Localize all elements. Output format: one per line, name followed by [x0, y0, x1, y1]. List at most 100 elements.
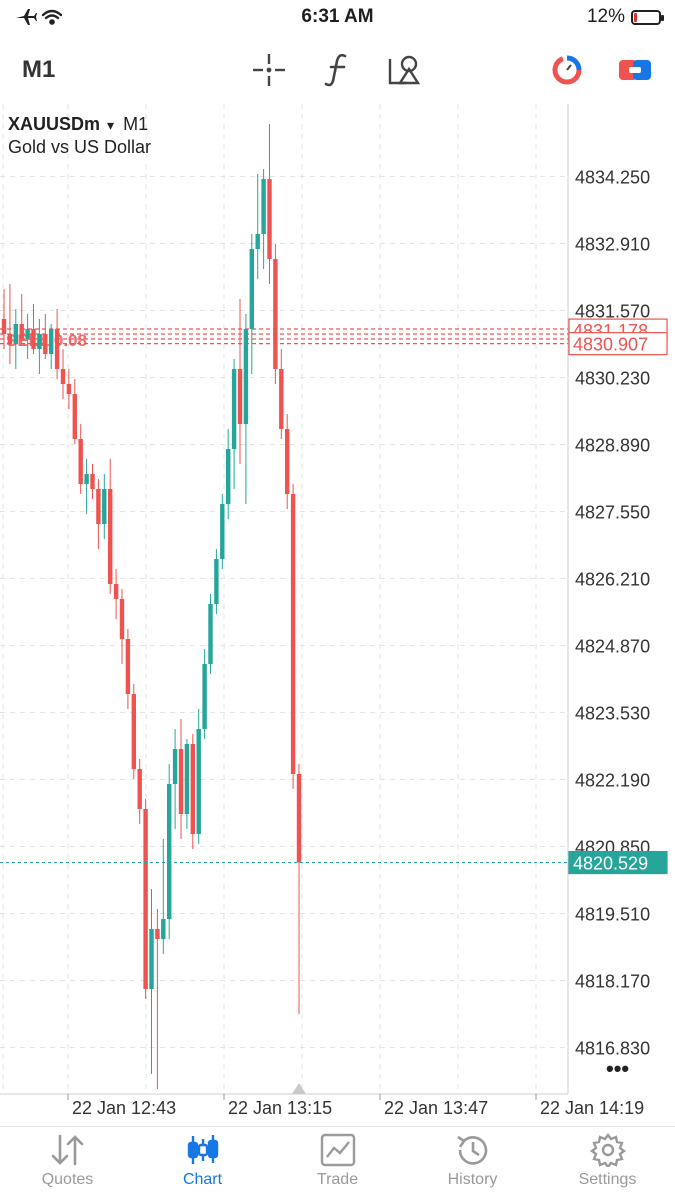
- tab-quotes[interactable]: Quotes: [0, 1127, 135, 1200]
- y-tick-label: 4824.870: [575, 637, 650, 657]
- y-tick-label: 4818.170: [575, 972, 650, 992]
- y-tick-label: 4830.230: [575, 369, 650, 389]
- y-tick-label: 4822.190: [575, 771, 650, 791]
- chart-symbol[interactable]: XAUUSDm ▾ M1: [8, 114, 148, 135]
- candle[interactable]: [72, 394, 77, 439]
- y-tick-label: 4823.530: [575, 704, 650, 724]
- candle[interactable]: [220, 504, 225, 559]
- x-tick-label: 22 Jan 13:47: [384, 1098, 488, 1118]
- candle[interactable]: [290, 494, 296, 774]
- trade-icon[interactable]: [617, 52, 653, 88]
- candle[interactable]: [43, 334, 48, 354]
- candle[interactable]: [66, 384, 72, 394]
- y-tick-label: 4827.550: [575, 503, 650, 523]
- candle[interactable]: [113, 584, 119, 599]
- y-tick-label: 4828.890: [575, 436, 650, 456]
- tab-trade[interactable]: Trade: [270, 1127, 405, 1200]
- candle[interactable]: [231, 369, 237, 449]
- y-tick-label: 4832.910: [575, 235, 650, 255]
- y-tick-label: 4831.570: [575, 302, 650, 322]
- current-time-marker: [292, 1083, 306, 1094]
- candle[interactable]: [143, 809, 148, 989]
- price-label: 4830.907: [573, 335, 648, 355]
- candle[interactable]: [31, 329, 36, 349]
- candle[interactable]: [273, 259, 278, 369]
- candle[interactable]: [161, 919, 166, 939]
- candle[interactable]: [84, 474, 89, 484]
- chart-toolbar: M1: [0, 40, 675, 100]
- candle[interactable]: [226, 449, 231, 504]
- candle[interactable]: [125, 639, 131, 694]
- candle[interactable]: [296, 774, 302, 863]
- candle[interactable]: [96, 489, 101, 524]
- candle[interactable]: [196, 729, 201, 834]
- candle[interactable]: [119, 599, 125, 639]
- tab-label: Settings: [578, 1171, 637, 1188]
- candle[interactable]: [243, 329, 249, 424]
- more-menu-icon[interactable]: •••: [606, 1056, 629, 1081]
- candle[interactable]: [155, 929, 160, 939]
- candle[interactable]: [60, 369, 66, 384]
- objects-icon[interactable]: [386, 52, 422, 88]
- candle[interactable]: [7, 334, 13, 344]
- candle[interactable]: [137, 769, 142, 809]
- battery-percent: 12%: [586, 6, 625, 27]
- price-chart[interactable]: 4834.250 4832.910 4831.570 4830.230 4828.890…: [0, 104, 675, 1122]
- candle[interactable]: [190, 744, 195, 834]
- status-bar: 6:31 AM 12%: [0, 0, 675, 36]
- timeframe-button[interactable]: M1: [22, 56, 55, 84]
- candle[interactable]: [13, 324, 18, 344]
- price-label: 4820.529: [573, 854, 648, 874]
- candle[interactable]: [90, 474, 95, 489]
- candle[interactable]: [249, 249, 254, 329]
- bottom-nav: Quotes Chart Trade History Settings: [0, 1126, 675, 1200]
- candle[interactable]: [285, 429, 290, 494]
- candle[interactable]: [279, 369, 284, 429]
- candle[interactable]: [237, 369, 243, 424]
- candle[interactable]: [131, 694, 136, 769]
- candle[interactable]: [108, 489, 113, 584]
- crosshair-icon[interactable]: [251, 52, 287, 88]
- y-tick-label: 4826.210: [575, 570, 650, 590]
- candle[interactable]: [202, 664, 207, 729]
- symbol-dropdown-icon[interactable]: ▾: [107, 117, 114, 133]
- candle[interactable]: [208, 604, 213, 664]
- history-icon: [456, 1135, 487, 1165]
- quotes-icon: [51, 1134, 83, 1166]
- candle[interactable]: [255, 234, 260, 249]
- candle[interactable]: [54, 329, 60, 369]
- candle[interactable]: [214, 559, 219, 604]
- candle[interactable]: [267, 179, 272, 259]
- y-tick-label: 4834.250: [575, 168, 650, 188]
- symbol-description: Gold vs US Dollar: [8, 137, 152, 157]
- candle[interactable]: [1, 319, 7, 334]
- candle[interactable]: [172, 749, 178, 784]
- candle[interactable]: [19, 324, 24, 339]
- battery-icon: [631, 9, 664, 25]
- candlestick-chart[interactable]: 4834.250 4832.910 4831.570 4830.230 4828.890…: [0, 104, 675, 1122]
- candle[interactable]: [25, 329, 30, 339]
- tab-label: Trade: [316, 1171, 359, 1188]
- symbol-name: XAUUSDm: [8, 114, 101, 134]
- tab-history[interactable]: History: [405, 1127, 540, 1200]
- x-tick-label: 22 Jan 12:43: [72, 1098, 176, 1118]
- one-click-trading-icon[interactable]: [549, 52, 585, 88]
- chart-icon: [187, 1135, 218, 1164]
- candle[interactable]: [167, 784, 172, 919]
- tab-label: History: [447, 1171, 498, 1188]
- candle[interactable]: [261, 179, 266, 234]
- tab-settings[interactable]: Settings: [540, 1127, 675, 1200]
- candle[interactable]: [49, 329, 54, 354]
- tab-label: Quotes: [41, 1171, 94, 1188]
- candle[interactable]: [149, 929, 154, 989]
- candle[interactable]: [102, 489, 107, 524]
- candle[interactable]: [178, 749, 184, 814]
- candle[interactable]: [37, 334, 42, 349]
- tab-chart[interactable]: Chart: [135, 1127, 270, 1200]
- x-tick-label: 22 Jan 14:19: [540, 1098, 644, 1118]
- candle[interactable]: [184, 744, 190, 814]
- candle[interactable]: [78, 439, 83, 484]
- symbol-timeframe: M1: [123, 114, 149, 134]
- indicators-icon[interactable]: [320, 52, 356, 88]
- y-tick-label: 4819.510: [575, 905, 650, 925]
